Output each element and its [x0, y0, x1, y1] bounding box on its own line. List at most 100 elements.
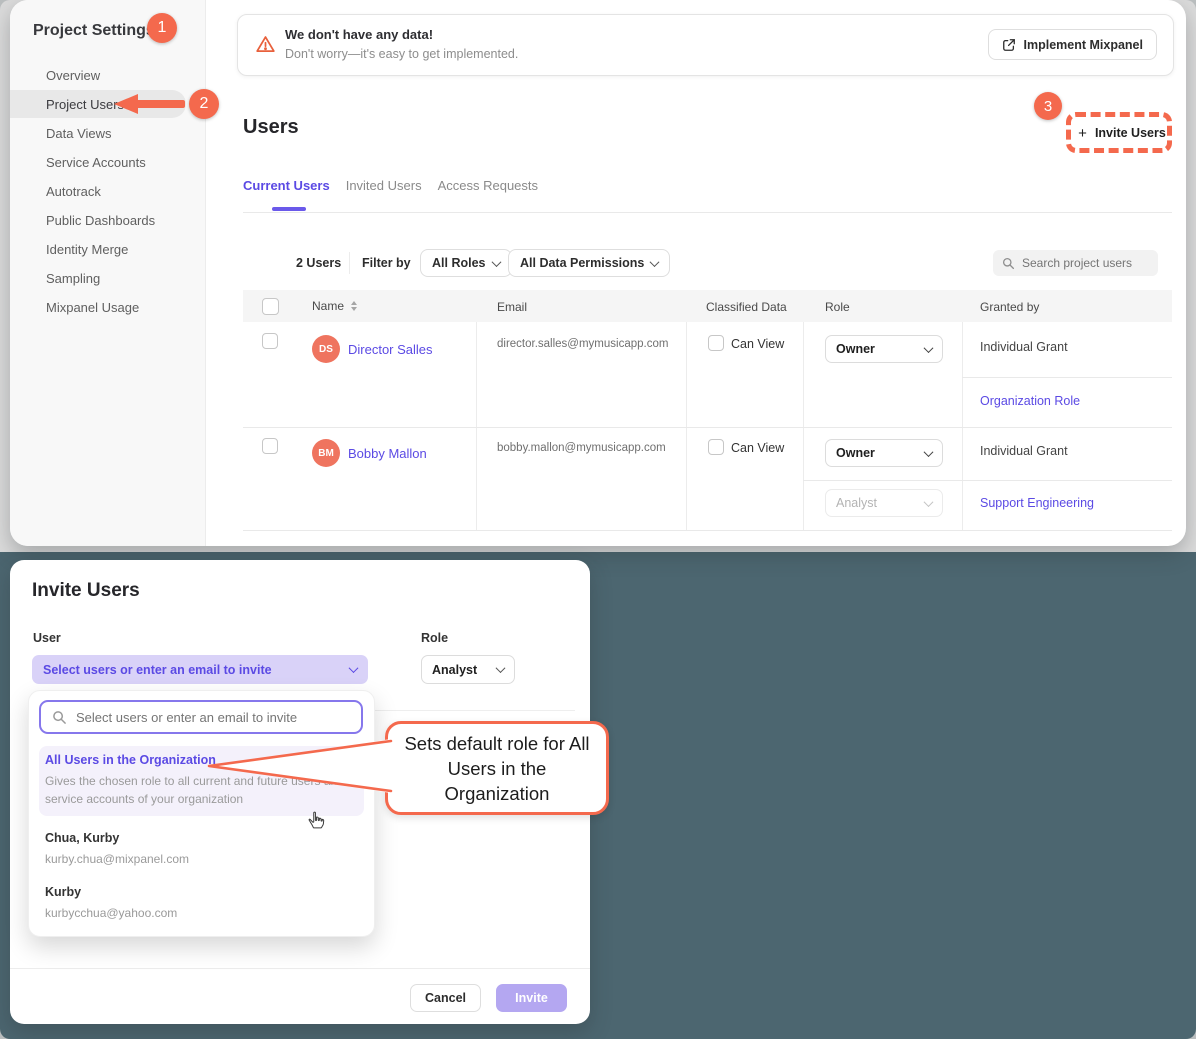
sidebar-item-sampling[interactable]: Sampling — [10, 264, 205, 293]
tab-divider — [243, 212, 1172, 213]
granted-sub-divider — [962, 377, 1172, 378]
col-granted-by: Granted by — [980, 300, 1039, 314]
granted-by-value: Individual Grant — [980, 444, 1068, 458]
implement-mixpanel-label: Implement Mixpanel — [1024, 38, 1143, 52]
chevron-down-icon — [924, 447, 934, 457]
callout-text: Sets default role for All Users in the O… — [399, 731, 595, 806]
search-project-users-input[interactable] — [1022, 256, 1142, 270]
step-arrow-icon — [114, 92, 186, 116]
organization-role-link[interactable]: Organization Role — [980, 394, 1080, 408]
row-checkbox[interactable] — [262, 438, 278, 454]
support-engineering-link[interactable]: Support Engineering — [980, 496, 1094, 510]
modal-title: Invite Users — [32, 580, 140, 602]
invite-button[interactable]: Invite — [496, 984, 567, 1012]
col-name[interactable]: Name — [312, 299, 344, 313]
option-name: Kurby — [45, 885, 81, 899]
role-sub-divider — [803, 480, 1172, 481]
table-row: BM Bobby Mallon bobby.mallon@mymusicapp.… — [243, 427, 1172, 530]
sidebar-item-data-views[interactable]: Data Views — [10, 119, 205, 148]
sidebar: Project Settings Overview Project Users … — [10, 0, 206, 546]
table-row: DS Director Salles director.salles@mymus… — [243, 322, 1172, 427]
chevron-down-icon — [924, 343, 934, 353]
role-select-disabled[interactable]: Analyst — [825, 489, 943, 517]
step-badge-3: 3 — [1034, 92, 1062, 120]
chevron-down-icon — [496, 663, 506, 673]
role-select[interactable]: Owner — [825, 439, 943, 467]
page: Project Settings Overview Project Users … — [0, 0, 1196, 1039]
option-email: kurby.chua@mixpanel.com — [45, 852, 189, 866]
sidebar-item-autotrack[interactable]: Autotrack — [10, 177, 205, 206]
option-all-users-label: All Users in the Organization — [45, 753, 216, 767]
col-classified-data: Classified Data — [706, 300, 787, 314]
row-checkbox[interactable] — [262, 333, 278, 349]
option-name: Chua, Kurby — [45, 831, 119, 845]
all-data-permissions-filter[interactable]: All Data Permissions — [508, 249, 670, 277]
role-field-label: Role — [421, 631, 448, 645]
col-email: Email — [497, 300, 527, 314]
option-email: kurbycchua@yahoo.com — [45, 906, 177, 920]
sidebar-item-identity-merge[interactable]: Identity Merge — [10, 235, 205, 264]
cancel-button[interactable]: Cancel — [410, 984, 481, 1012]
app-window: Project Settings Overview Project Users … — [10, 0, 1186, 546]
select-all-checkbox[interactable] — [262, 298, 279, 315]
user-select[interactable]: Select users or enter an email to invite — [32, 655, 368, 684]
callout-tail — [200, 728, 395, 798]
sidebar-item-service-accounts[interactable]: Service Accounts — [10, 148, 205, 177]
cursor-pointer-icon — [307, 811, 325, 829]
search-project-users[interactable] — [993, 250, 1158, 276]
filter-divider — [349, 252, 350, 274]
modal-mid-divider — [375, 710, 575, 711]
banner-title: We don't have any data! — [285, 27, 433, 42]
tab-bar: Current Users Invited Users Access Reque… — [243, 178, 538, 193]
can-view-label: Can View — [731, 337, 784, 351]
modal-footer-divider — [10, 968, 590, 969]
user-name-link[interactable]: Director Salles — [348, 342, 433, 357]
external-link-icon — [1002, 38, 1016, 52]
banner-subtitle: Don't worry—it's easy to get implemented… — [285, 47, 518, 61]
user-email: bobby.mallon@mymusicapp.com — [497, 442, 666, 454]
user-field-label: User — [33, 631, 61, 645]
sidebar-item-overview[interactable]: Overview — [10, 61, 205, 90]
step-badge-2: 2 — [189, 89, 219, 119]
granted-by-value: Individual Grant — [980, 340, 1068, 354]
option-kurby[interactable]: Kurby kurbycchua@yahoo.com — [39, 883, 364, 925]
user-name-link[interactable]: Bobby Mallon — [348, 446, 427, 461]
sidebar-item-public-dashboards[interactable]: Public Dashboards — [10, 206, 205, 235]
implement-mixpanel-button[interactable]: Implement Mixpanel — [988, 29, 1157, 60]
chevron-down-icon — [650, 257, 660, 267]
all-roles-filter[interactable]: All Roles — [420, 249, 512, 277]
tab-invited-users[interactable]: Invited Users — [346, 178, 422, 193]
no-data-banner: We don't have any data! Don't worry—it's… — [237, 14, 1174, 76]
page-title: Users — [243, 116, 299, 139]
sidebar-item-mixpanel-usage[interactable]: Mixpanel Usage — [10, 293, 205, 322]
user-select-value: Select users or enter an email to invite — [43, 663, 272, 677]
callout-bubble: Sets default role for All Users in the O… — [385, 721, 609, 815]
can-view-checkbox[interactable] — [708, 439, 724, 455]
sidebar-title: Project Settings — [33, 22, 155, 40]
warning-icon — [255, 34, 276, 55]
can-view-label: Can View — [731, 441, 784, 455]
can-view-checkbox[interactable] — [708, 335, 724, 351]
user-email: director.salles@mymusicapp.com — [497, 338, 668, 350]
filter-by-label: Filter by — [362, 256, 411, 270]
sort-icon[interactable] — [351, 301, 357, 311]
avatar: BM — [312, 439, 340, 467]
role-select[interactable]: Owner — [825, 335, 943, 363]
table-bottom-border — [243, 530, 1172, 531]
role-select-value: Analyst — [432, 663, 477, 677]
role-select[interactable]: Analyst — [421, 655, 515, 684]
col-role: Role — [825, 300, 850, 314]
tab-current-users[interactable]: Current Users — [243, 178, 330, 193]
chevron-down-icon — [924, 497, 934, 507]
active-tab-underline — [272, 207, 306, 211]
user-count: 2 Users — [296, 256, 341, 270]
search-icon — [1002, 257, 1015, 270]
chevron-down-icon — [349, 663, 359, 673]
search-icon — [52, 710, 67, 725]
step-badge-1: 1 — [147, 13, 177, 43]
avatar: DS — [312, 335, 340, 363]
tab-access-requests[interactable]: Access Requests — [438, 178, 538, 193]
user-search-input[interactable] — [76, 710, 346, 725]
chevron-down-icon — [491, 257, 501, 267]
option-chua-kurby[interactable]: Chua, Kurby kurby.chua@mixpanel.com — [39, 829, 364, 871]
